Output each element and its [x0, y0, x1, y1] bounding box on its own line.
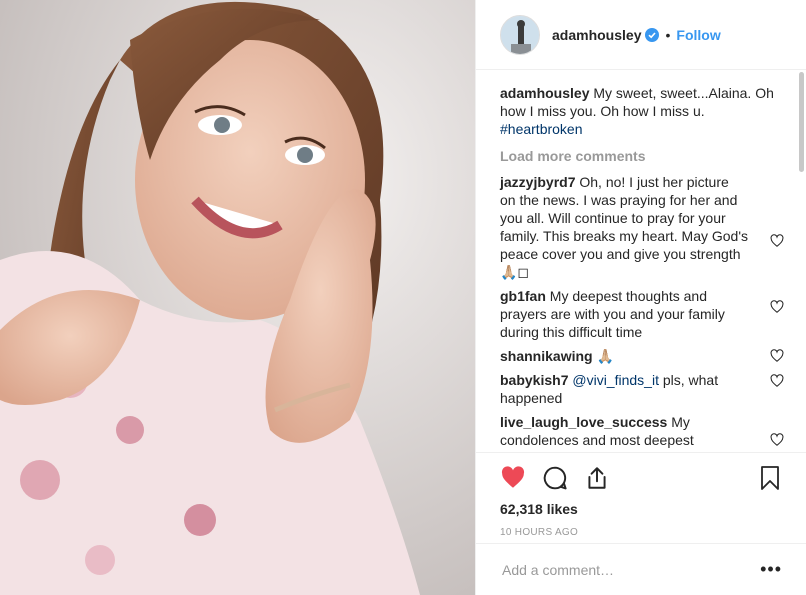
caption: adamhousley My sweet, sweet...Alaina. Oh…: [500, 84, 778, 138]
scrollbar[interactable]: [799, 72, 804, 172]
header-username[interactable]: adamhousley: [552, 27, 641, 43]
portrait-image: [0, 0, 475, 595]
post-dialog: adamhousley • Follow adamhousley My swee…: [0, 0, 806, 595]
comments-list[interactable]: adamhousley My sweet, sweet...Alaina. Oh…: [476, 70, 806, 452]
avatar-image: [501, 15, 539, 54]
caption-username[interactable]: adamhousley: [500, 85, 589, 101]
comment-like-icon[interactable]: [770, 374, 784, 388]
save-button[interactable]: [758, 465, 782, 491]
post-header: adamhousley • Follow: [476, 0, 806, 70]
share-icon: [588, 467, 606, 489]
likes-count[interactable]: 62,318 likes: [476, 493, 806, 517]
avatar[interactable]: [500, 14, 540, 55]
comment-like-icon[interactable]: [770, 234, 784, 248]
comment-text: 🙏🏼: [592, 348, 614, 364]
comment-username[interactable]: gb1fan: [500, 288, 546, 304]
post-side-panel: adamhousley • Follow adamhousley My swee…: [475, 0, 806, 595]
verified-badge-icon: [645, 27, 660, 42]
heart-filled-icon: [501, 466, 525, 488]
load-more-comments-button[interactable]: Load more comments: [500, 147, 778, 165]
comment-like-icon[interactable]: [770, 300, 784, 314]
comment-like-icon[interactable]: [770, 349, 784, 363]
comment-icon: [543, 466, 567, 490]
add-comment-input[interactable]: [500, 560, 761, 579]
add-comment-bar: •••: [476, 543, 806, 595]
comment-item: shannikawing 🙏🏼: [500, 347, 784, 365]
comment-item: gb1fan My deepest thoughts and prayers a…: [500, 287, 784, 341]
caption-hashtag[interactable]: #heartbroken: [500, 121, 583, 137]
post-photo[interactable]: [0, 0, 475, 595]
share-button[interactable]: [584, 465, 610, 491]
comment-username[interactable]: babykish7: [500, 372, 568, 388]
post-footer: 62,318 likes 10 HOURS AGO •••: [476, 452, 806, 595]
comment-like-icon[interactable]: [770, 433, 784, 447]
comment-username[interactable]: live_laugh_love_success: [500, 414, 667, 430]
follow-button[interactable]: Follow: [676, 27, 720, 43]
comment-item: babykish7 @vivi_finds_it pls, what happe…: [500, 371, 784, 407]
comment-mention[interactable]: @vivi_finds_it: [572, 372, 659, 388]
comment-item: live_laugh_love_success My condolences a…: [500, 413, 784, 449]
action-bar: [476, 453, 806, 493]
comment-username[interactable]: shannikawing: [500, 348, 593, 364]
comment-button[interactable]: [542, 465, 568, 491]
separator-dot: •: [665, 26, 671, 43]
like-button[interactable]: [500, 465, 526, 491]
more-options-button[interactable]: •••: [760, 559, 782, 580]
bookmark-icon: [761, 466, 779, 490]
comment-username[interactable]: jazzyjbyrd7: [500, 174, 575, 190]
comment-item: jazzyjbyrd7 Oh, no! I just her picture o…: [500, 173, 784, 281]
post-timestamp: 10 HOURS AGO: [500, 527, 579, 538]
